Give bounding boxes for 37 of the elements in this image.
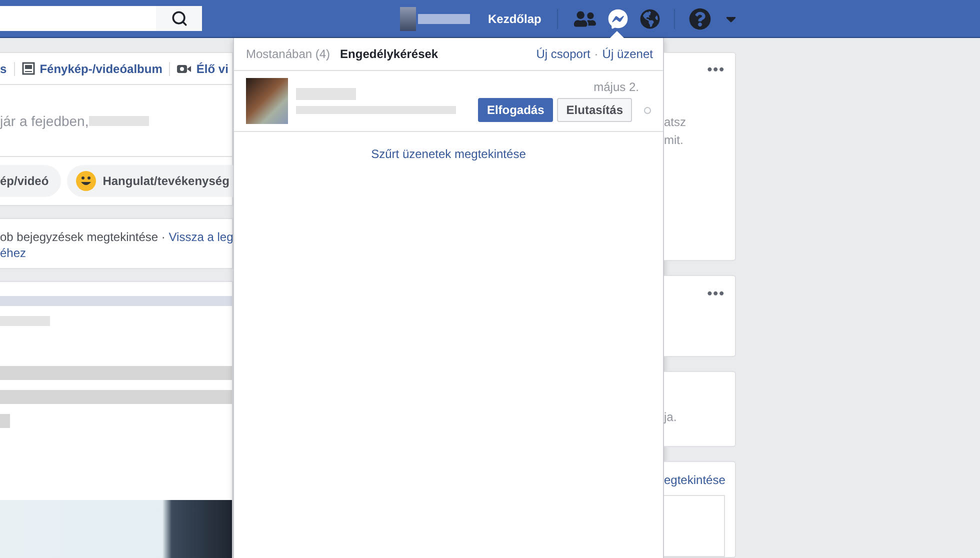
help-icon[interactable] [689,8,712,30]
back-link[interactable]: éhez [0,246,26,260]
accept-button[interactable]: Elfogadás [478,98,554,122]
redacted-name [296,88,356,100]
dropdown-action-link[interactable]: Új csoport [536,47,590,61]
redacted-avatar [400,6,416,30]
more-icon[interactable]: ••• [707,284,725,301]
search-button[interactable] [156,6,202,31]
card-text: mit. [664,132,684,149]
redacted-name [418,14,470,24]
composer-tab[interactable]: Fénykép-/videóalbum [22,62,170,76]
card-text: atsz [664,114,688,131]
back-link[interactable]: Vissza a leg [168,230,234,244]
photo-album-icon [22,62,35,75]
composer-action[interactable]: ép/videó [0,165,61,197]
chat-bubble-icon[interactable] [608,8,628,28]
search-field[interactable] [0,6,202,31]
request-date: május 2. [594,80,640,94]
globe-icon[interactable] [640,8,660,28]
video-camera-icon [177,64,192,74]
see-more-link[interactable]: egtekintése [664,473,735,488]
decline-button[interactable]: Elutasítás [557,98,632,122]
mark-read-icon[interactable] [644,106,651,114]
smiley-icon [74,170,97,192]
redacted-name [88,116,149,126]
search-icon [170,10,188,27]
more-icon[interactable]: ••• [707,61,725,77]
separator-dot: · [594,47,598,61]
redacted-avatar [246,78,288,124]
composer-tab[interactable]: s [0,62,15,76]
dropdown-tab[interactable]: Engedélykérések [340,47,438,61]
composer-tab[interactable]: Élő vi [177,62,228,76]
card-text: ja. [664,409,678,426]
dropdown-action-link[interactable]: Új üzenet [602,47,653,61]
filtered-messages-link[interactable]: Szűrt üzenetek megtekintése [371,147,526,161]
home-link[interactable]: Kezdőlap [488,12,542,26]
notice-text: ob bejegyzések megtekintése · [0,230,166,244]
